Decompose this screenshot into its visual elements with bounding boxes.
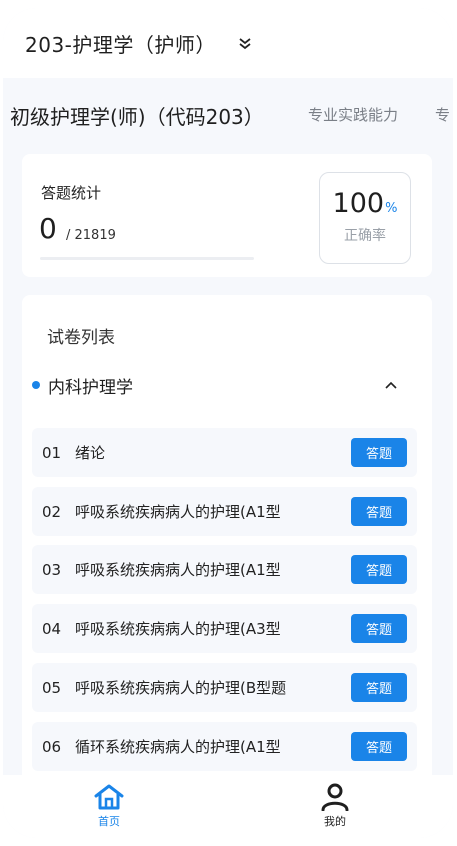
- list-item[interactable]: 01 绪论 答题: [32, 428, 417, 477]
- paper-index: 06: [42, 737, 62, 756]
- answer-button[interactable]: 答题: [351, 614, 407, 643]
- category-dot: [32, 381, 40, 389]
- chevron-up-icon[interactable]: [384, 378, 398, 392]
- list-item[interactable]: 06 循环系统疾病病人的护理(A1型 答题: [32, 722, 417, 771]
- paper-title: 绪论: [75, 444, 106, 462]
- list-item[interactable]: 04 呼吸系统疾病病人的护理(A3型 答题: [32, 604, 417, 653]
- paper-title: 循环系统疾病病人的护理(A1型: [75, 738, 281, 756]
- paper-list-heading: 试卷列表: [47, 328, 115, 348]
- answer-stats-card: 答题统计 0 / 21819 100% 正确率: [22, 154, 432, 277]
- progress-bar: [40, 257, 254, 260]
- category-name: 内科护理学: [48, 377, 133, 398]
- home-icon: [94, 784, 124, 810]
- paper-title: 呼吸系统疾病病人的护理(A3型: [75, 620, 281, 638]
- top-bar: 203-护理学（护师）: [3, 8, 453, 78]
- stats-label: 答题统计: [41, 184, 102, 202]
- paper-index: 05: [42, 678, 62, 697]
- paper-title: 呼吸系统疾病病人的护理(A1型: [75, 561, 281, 579]
- bottom-tab-bar: 首页 我的: [3, 775, 453, 838]
- answer-button[interactable]: 答题: [351, 438, 407, 467]
- paper-index: 03: [42, 560, 62, 579]
- paper-list-card: 试卷列表 内科护理学 01 绪论 答题 02 呼吸系统疾病病人的护理(A1型 答…: [22, 295, 432, 795]
- total-questions: / 21819: [66, 228, 116, 243]
- tab-home[interactable]: 首页: [69, 783, 149, 829]
- paper-index: 02: [42, 502, 62, 521]
- tab-me[interactable]: 我的: [295, 783, 375, 829]
- category-internal-medicine[interactable]: 内科护理学: [32, 370, 412, 400]
- tab-basic-nursing[interactable]: 初级护理学(师)（代码203）: [10, 101, 264, 130]
- list-item[interactable]: 03 呼吸系统疾病病人的护理(A1型 答题: [32, 545, 417, 594]
- tab-more[interactable]: 专: [435, 104, 450, 125]
- paper-index: 04: [42, 619, 62, 638]
- subject-tabs: 初级护理学(师)（代码203） 专业实践能力 专: [3, 98, 453, 138]
- double-chevron-down-icon[interactable]: [238, 36, 252, 50]
- paper-title: 呼吸系统疾病病人的护理(A1型: [75, 503, 281, 521]
- answer-button[interactable]: 答题: [351, 673, 407, 702]
- app-screen: 203-护理学（护师） 初级护理学(师)（代码203） 专业实践能力 专 答题统…: [3, 8, 453, 838]
- tab-home-label: 首页: [98, 815, 120, 828]
- paper-title: 呼吸系统疾病病人的护理(B型题: [75, 679, 287, 697]
- tab-me-label: 我的: [324, 815, 346, 828]
- answer-button[interactable]: 答题: [351, 555, 407, 584]
- user-icon: [321, 783, 349, 811]
- accuracy-box: 100% 正确率: [319, 172, 411, 264]
- answered-count: 0: [39, 212, 57, 245]
- exam-selector-title[interactable]: 203-护理学（护师）: [25, 29, 216, 58]
- answer-button[interactable]: 答题: [351, 732, 407, 761]
- answer-button[interactable]: 答题: [351, 497, 407, 526]
- accuracy-label: 正确率: [344, 228, 386, 244]
- accuracy-value: 100: [332, 188, 385, 219]
- list-item[interactable]: 02 呼吸系统疾病病人的护理(A1型 答题: [32, 487, 417, 536]
- list-item[interactable]: 05 呼吸系统疾病病人的护理(B型题 答题: [32, 663, 417, 712]
- accuracy-unit: %: [385, 201, 398, 216]
- tab-professional-practice[interactable]: 专业实践能力: [308, 104, 398, 125]
- paper-index: 01: [42, 443, 62, 462]
